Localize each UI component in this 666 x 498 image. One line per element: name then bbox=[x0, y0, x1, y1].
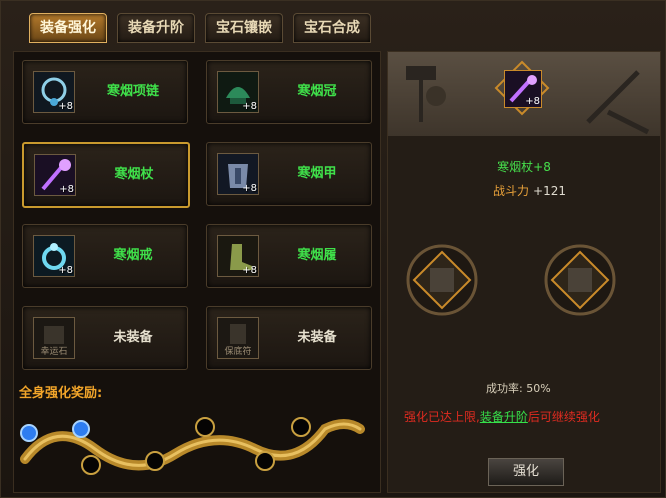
icon-label: 保底符 bbox=[224, 347, 252, 357]
armor-icon: +8 bbox=[217, 153, 259, 195]
guarantee-charm-icon: 保底符 bbox=[217, 317, 259, 359]
icon-label: 幸运石 bbox=[40, 347, 68, 357]
equipment-slot-staff[interactable]: +8 寒烟杖 bbox=[22, 142, 190, 208]
item-banner: +8 bbox=[388, 52, 660, 136]
equipment-name: 寒烟冠 bbox=[297, 84, 337, 99]
forge-window: 装备强化 装备升阶 宝石镶嵌 宝石合成 +8 寒烟项链 +8 寒烟冠 +8 寒烟… bbox=[0, 0, 666, 498]
warning-suffix: 后可继续强化 bbox=[527, 410, 600, 424]
tab-equipment-upgrade[interactable]: 装备升阶 bbox=[117, 13, 195, 43]
slot-status: 未装备 bbox=[297, 330, 337, 345]
level-badge: +8 bbox=[525, 96, 540, 107]
equipment-slot-necklace[interactable]: +8 寒烟项链 bbox=[22, 60, 188, 124]
combat-power-value: +121 bbox=[533, 184, 566, 198]
material-slot-left[interactable] bbox=[404, 242, 480, 318]
level-badge: +8 bbox=[58, 265, 73, 276]
slot-guarantee-charm[interactable]: 保底符 未装备 bbox=[206, 306, 372, 370]
material-slot-right[interactable] bbox=[542, 242, 618, 318]
equipment-slot-helmet[interactable]: +8 寒烟冠 bbox=[206, 60, 372, 124]
dragon-bonus-ornament bbox=[20, 417, 365, 475]
bonus-orb-active bbox=[20, 424, 38, 442]
equipment-slot-ring[interactable]: +8 寒烟戒 bbox=[22, 224, 188, 288]
bonus-orb-empty bbox=[291, 417, 311, 437]
bonus-orb-empty bbox=[255, 451, 275, 471]
selected-item-name: 寒烟杖+8 bbox=[497, 160, 551, 174]
upgrade-link[interactable]: 装备升阶 bbox=[480, 410, 528, 424]
tab-equipment-enhance[interactable]: 装备强化 bbox=[29, 13, 107, 43]
level-badge: +8 bbox=[58, 101, 73, 112]
equipment-name: 寒烟甲 bbox=[297, 166, 337, 181]
tab-gem-inlay[interactable]: 宝石镶嵌 bbox=[205, 13, 283, 43]
necklace-icon: +8 bbox=[33, 71, 75, 113]
equipment-name: 寒烟项链 bbox=[106, 84, 159, 99]
tab-gem-synthesis[interactable]: 宝石合成 bbox=[293, 13, 371, 43]
selected-item-icon: +8 bbox=[504, 70, 542, 108]
slot-lucky-stone[interactable]: 幸运石 未装备 bbox=[22, 306, 188, 370]
enhance-limit-warning: 强化已达上限,装备升阶后可继续强化 bbox=[404, 408, 600, 425]
boots-icon: +8 bbox=[217, 235, 259, 277]
equipment-name: 寒烟戒 bbox=[113, 248, 153, 263]
warning-prefix: 强化已达上限, bbox=[404, 410, 480, 424]
ring-icon: +8 bbox=[33, 235, 75, 277]
equipment-slot-armor[interactable]: +8 寒烟甲 bbox=[206, 142, 372, 206]
combat-power-label: 战斗力 bbox=[493, 184, 530, 198]
enhance-detail-panel: +8 寒烟杖+8 战斗力 +121 成功率: 50% 强化已达上限,装备升阶后可继… bbox=[387, 51, 661, 493]
level-badge: +8 bbox=[242, 101, 257, 112]
equipment-name: 寒烟杖 bbox=[114, 167, 154, 182]
bonus-orb-active bbox=[72, 420, 90, 438]
enhance-button[interactable]: 强化 bbox=[488, 458, 564, 486]
helmet-icon: +8 bbox=[217, 71, 259, 113]
slot-status: 未装备 bbox=[113, 330, 153, 345]
bonus-orb-empty bbox=[195, 417, 215, 437]
level-badge: +8 bbox=[242, 183, 257, 194]
combat-power: 战斗力 +121 bbox=[493, 182, 566, 199]
bonus-orb-empty bbox=[81, 455, 101, 475]
equipment-name: 寒烟履 bbox=[297, 248, 337, 263]
lucky-stone-icon: 幸运石 bbox=[33, 317, 75, 359]
level-badge: +8 bbox=[242, 265, 257, 276]
staff-icon: +8 bbox=[34, 154, 76, 196]
bonus-orb-empty bbox=[145, 451, 165, 471]
level-badge: +8 bbox=[59, 184, 74, 195]
success-rate: 成功率: 50% bbox=[486, 382, 551, 395]
equipment-slot-boots[interactable]: +8 寒烟履 bbox=[206, 224, 372, 288]
